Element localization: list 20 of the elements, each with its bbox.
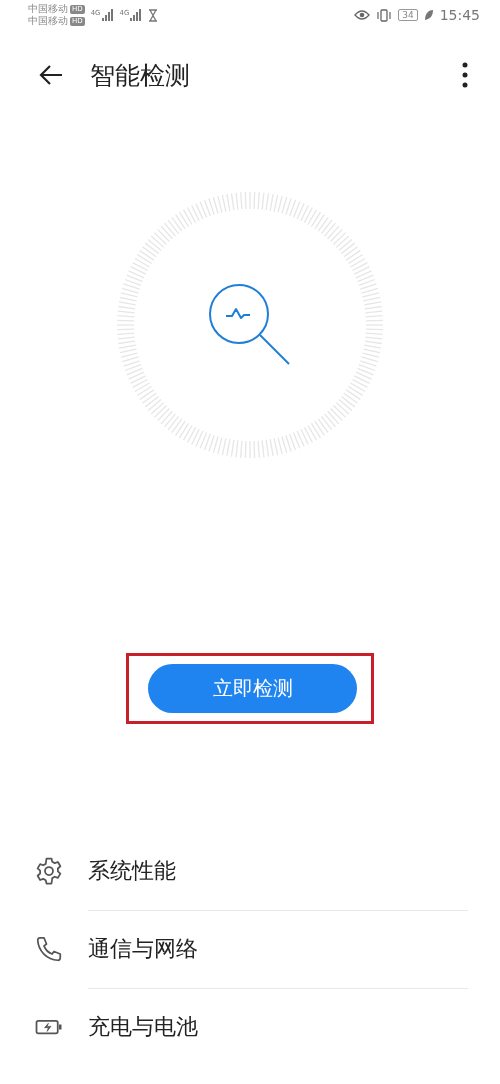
hourglass-icon bbox=[148, 8, 159, 22]
phone-icon bbox=[34, 934, 64, 964]
vibrate-icon bbox=[376, 8, 393, 22]
leaf-icon bbox=[423, 9, 434, 21]
gear-icon bbox=[34, 856, 64, 886]
signal-icon bbox=[130, 9, 143, 21]
eye-icon bbox=[354, 9, 371, 21]
page-title: 智能检测 bbox=[90, 59, 190, 92]
more-icon bbox=[462, 62, 468, 88]
category-item[interactable]: 系统性能 bbox=[88, 855, 176, 886]
battery-level: 34 bbox=[398, 9, 418, 21]
back-arrow-icon bbox=[38, 64, 64, 86]
magnifier-pulse-icon bbox=[209, 284, 291, 366]
carrier-name: 中国移动 bbox=[28, 15, 68, 27]
category-item[interactable]: 充电与电池 bbox=[88, 1011, 198, 1042]
signal-icon bbox=[101, 9, 114, 21]
clock-time: 15:45 bbox=[439, 7, 480, 23]
category-item[interactable]: 通信与网络 bbox=[88, 933, 198, 964]
start-scan-button[interactable]: 立即检测 bbox=[148, 664, 357, 713]
carrier-name: 中国移动 bbox=[28, 3, 68, 15]
